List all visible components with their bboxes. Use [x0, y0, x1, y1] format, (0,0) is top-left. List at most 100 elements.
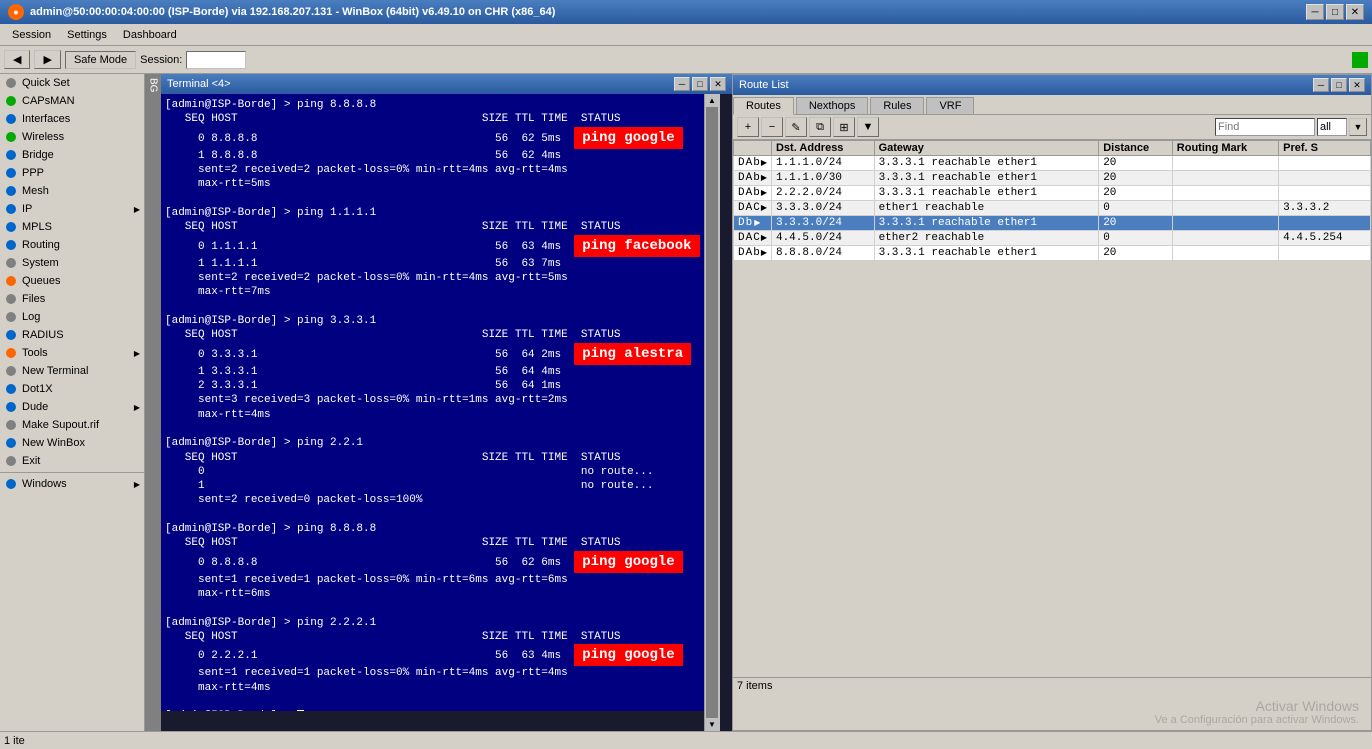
sidebar-item-bridge[interactable]: Bridge — [0, 146, 144, 164]
close-button[interactable]: ✕ — [1346, 4, 1364, 20]
terminal-close[interactable]: ✕ — [710, 77, 726, 91]
sidebar-item-ip[interactable]: IP — [0, 200, 144, 218]
col-pref[interactable]: Pref. S — [1279, 141, 1371, 156]
back-button[interactable]: ◀ — [4, 50, 30, 69]
cell-gateway: 3.3.3.1 reachable ether1 — [874, 216, 1099, 231]
sidebar-item-routing[interactable]: Routing — [0, 236, 144, 254]
sidebar-item-queues[interactable]: Queues — [0, 272, 144, 290]
sidebar-item-mesh[interactable]: Mesh — [0, 182, 144, 200]
cell-flags: D A b ▶ — [734, 156, 772, 171]
sidebar-item-new-winbox[interactable]: New WinBox — [0, 434, 144, 452]
col-mark[interactable]: Routing Mark — [1172, 141, 1278, 156]
sidebar-item-radius[interactable]: RADIUS — [0, 326, 144, 344]
title-text: admin@50:00:00:04:00:00 (ISP-Borde) via … — [30, 6, 555, 18]
route-controls[interactable]: ─ □ ✕ — [1313, 78, 1365, 92]
sidebar-item-tools[interactable]: Tools — [0, 344, 144, 362]
terminal-body[interactable]: [admin@ISP-Borde] > ping 8.8.8.8 SEQ HOS… — [161, 94, 704, 711]
table-row[interactable]: D A b ▶ 1.1.1.0/24 3.3.3.1 reachable eth… — [734, 156, 1371, 171]
terminal-minimize[interactable]: ─ — [674, 77, 690, 91]
terminal-controls[interactable]: ─ □ ✕ — [674, 77, 726, 91]
radius-icon — [4, 328, 18, 342]
col-gateway[interactable]: Gateway — [874, 141, 1099, 156]
title-controls[interactable]: ─ □ ✕ — [1306, 4, 1364, 20]
sidebar-item-ppp[interactable]: PPP — [0, 164, 144, 182]
search-filter-input[interactable] — [1317, 118, 1347, 136]
terminal-text: [admin@ISP-Borde] > ping 8.8.8.8 SEQ HOS… — [165, 99, 700, 711]
sidebar-item-capsman[interactable]: CAPsMAN — [0, 92, 144, 110]
col-flags[interactable] — [734, 141, 772, 156]
sidebar-item-files[interactable]: Files — [0, 290, 144, 308]
route-close[interactable]: ✕ — [1349, 78, 1365, 92]
log-icon — [4, 310, 18, 324]
menu-bar: Session Settings Dashboard — [0, 24, 1372, 46]
sidebar-item-quickset[interactable]: Quick Set — [0, 74, 144, 92]
tab-rules[interactable]: Rules — [870, 97, 924, 114]
menu-session[interactable]: Session — [4, 27, 59, 43]
cell-distance: 20 — [1099, 246, 1173, 261]
system-icon — [4, 256, 18, 270]
search-input[interactable] — [1215, 118, 1315, 136]
cell-gateway: 3.3.3.1 reachable ether1 — [874, 171, 1099, 186]
sidebar-item-wireless[interactable]: Wireless — [0, 128, 144, 146]
sidebar-item-new-terminal[interactable]: New Terminal — [0, 362, 144, 380]
cell-dst: 2.2.2.0/24 — [771, 186, 874, 201]
cell-mark — [1172, 171, 1278, 186]
route-minimize[interactable]: ─ — [1313, 78, 1329, 92]
cell-gateway: ether1 reachable — [874, 201, 1099, 216]
tab-routes[interactable]: Routes — [733, 97, 794, 115]
tab-vrf[interactable]: VRF — [926, 97, 974, 114]
cell-dst: 1.1.1.0/24 — [771, 156, 874, 171]
col-distance[interactable]: Distance — [1099, 141, 1173, 156]
sidebar-item-exit[interactable]: Exit — [0, 452, 144, 470]
bridge-icon — [4, 148, 18, 162]
sidebar-item-log[interactable]: Log — [0, 308, 144, 326]
terminal-maximize[interactable]: □ — [692, 77, 708, 91]
route-maximize[interactable]: □ — [1331, 78, 1347, 92]
scroll-down-btn[interactable]: ▼ — [708, 720, 716, 729]
sidebar-item-supout[interactable]: Make Supout.rif — [0, 416, 144, 434]
ppp-icon — [4, 166, 18, 180]
scroll-thumb[interactable] — [706, 107, 718, 718]
cell-gateway: 3.3.3.1 reachable ether1 — [874, 246, 1099, 261]
routing-icon — [4, 238, 18, 252]
table-row[interactable]: D A b ▶ 8.8.8.0/24 3.3.3.1 reachable eth… — [734, 246, 1371, 261]
edit-button[interactable]: ✎ — [785, 117, 807, 137]
copy-button[interactable]: ⧉ — [809, 117, 831, 137]
ip-icon — [4, 202, 18, 216]
table-row[interactable]: D A b ▶ 2.2.2.0/24 3.3.3.1 reachable eth… — [734, 186, 1371, 201]
minimize-button[interactable]: ─ — [1306, 4, 1324, 20]
table-row[interactable]: D A C ▶ 4.4.5.0/24 ether2 reachable 0 4.… — [734, 231, 1371, 246]
cell-pref — [1279, 171, 1371, 186]
interfaces-icon — [4, 112, 18, 126]
sidebar-item-windows[interactable]: Windows — [0, 475, 144, 493]
sidebar-item-dude[interactable]: Dude — [0, 398, 144, 416]
paste-button[interactable]: ⊞ — [833, 117, 855, 137]
scroll-up-btn[interactable]: ▲ — [708, 96, 716, 105]
add-button[interactable]: + — [737, 117, 759, 137]
menu-settings[interactable]: Settings — [59, 27, 115, 43]
search-dropdown-btn[interactable]: ▼ — [1349, 118, 1367, 136]
dot1x-icon — [4, 382, 18, 396]
sidebar-item-dot1x[interactable]: Dot1X — [0, 380, 144, 398]
table-row[interactable]: D b ▶ 3.3.3.0/24 3.3.3.1 reachable ether… — [734, 216, 1371, 231]
bg-panel: BG — [145, 74, 161, 731]
sidebar-item-system[interactable]: System — [0, 254, 144, 272]
filter-button[interactable]: ▼ — [857, 117, 879, 137]
forward-button[interactable]: ▶ — [34, 50, 60, 69]
table-row[interactable]: D A b ▶ 1.1.1.0/30 3.3.3.1 reachable eth… — [734, 171, 1371, 186]
terminal-scrollbar[interactable]: ▲ ▼ — [704, 94, 720, 731]
session-input[interactable] — [186, 51, 246, 69]
menu-dashboard[interactable]: Dashboard — [115, 27, 185, 43]
col-dst[interactable]: Dst. Address — [771, 141, 874, 156]
sidebar-item-interfaces[interactable]: Interfaces — [0, 110, 144, 128]
maximize-button[interactable]: □ — [1326, 4, 1344, 20]
cell-distance: 0 — [1099, 201, 1173, 216]
supout-icon — [4, 418, 18, 432]
table-row[interactable]: D A C ▶ 3.3.3.0/24 ether1 reachable 0 3.… — [734, 201, 1371, 216]
terminal-container: Terminal <4> ─ □ ✕ [admin@ISP-Borde] > p… — [161, 74, 732, 731]
safe-mode-button[interactable]: Safe Mode — [65, 51, 136, 69]
remove-button[interactable]: − — [761, 117, 783, 137]
sidebar-item-mpls[interactable]: MPLS — [0, 218, 144, 236]
tab-bar: Routes Nexthops Rules VRF — [733, 95, 1371, 115]
tab-nexthops[interactable]: Nexthops — [796, 97, 868, 114]
